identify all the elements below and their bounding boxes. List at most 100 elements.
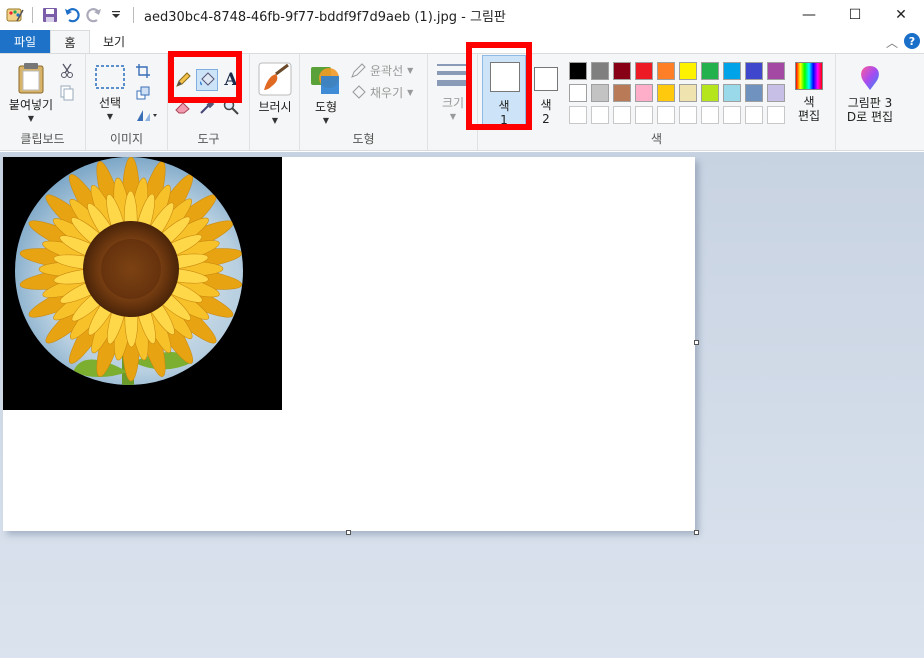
color-spectrum-icon — [795, 62, 823, 90]
cut-icon[interactable] — [58, 62, 76, 80]
minimize-button[interactable]: — — [786, 0, 832, 30]
outline-button[interactable]: 윤곽선 ▼ — [350, 62, 413, 79]
palette-swatch[interactable] — [657, 84, 675, 102]
palette-swatch[interactable] — [635, 62, 653, 80]
fill-label: 채우기 — [370, 86, 404, 100]
rotate-icon[interactable] — [134, 106, 160, 124]
canvas-resize-handle-corner[interactable] — [694, 530, 699, 535]
palette-swatch[interactable] — [767, 62, 785, 80]
chevron-down-icon: ▼ — [27, 114, 35, 123]
crop-icon[interactable] — [134, 62, 152, 80]
drawing-canvas[interactable] — [3, 157, 695, 531]
paint3d-label-2: D로 편집 — [846, 110, 894, 124]
select-label: 선택 — [98, 96, 122, 110]
edit-colors-label: 색 — [803, 95, 815, 109]
redo-icon[interactable] — [85, 6, 103, 24]
custom-color-slot[interactable] — [569, 106, 587, 124]
color2-label: 색 — [540, 98, 552, 112]
palette-swatch[interactable] — [767, 84, 785, 102]
clipboard-group-label: 클립보드 — [20, 132, 65, 146]
palette-swatch[interactable] — [679, 84, 697, 102]
brushes-label: 브러시 — [258, 100, 292, 114]
shapes-button[interactable]: 도형 ▼ — [306, 62, 346, 125]
copy-icon[interactable] — [58, 84, 76, 102]
custom-color-slot[interactable] — [767, 106, 785, 124]
custom-color-slot[interactable] — [591, 106, 609, 124]
palette-swatch[interactable] — [723, 84, 741, 102]
palette-swatch[interactable] — [569, 62, 587, 80]
tab-file[interactable]: 파일 — [0, 30, 50, 53]
ribbon: 붙여넣기 ▼ 클립보드 선택 ▼ 이미지 A 도구 브러시 ▼ 도형 ▼ 윤곽선… — [0, 53, 924, 151]
palette-swatch[interactable] — [679, 62, 697, 80]
canvas-resize-handle-bottom[interactable] — [346, 530, 351, 535]
select-button[interactable]: 선택 ▼ — [92, 64, 128, 121]
image-group: 선택 ▼ 이미지 — [86, 54, 168, 150]
palette-swatch[interactable] — [723, 62, 741, 80]
outline-pen-icon — [351, 62, 366, 78]
undo-icon[interactable] — [63, 6, 81, 24]
palette-swatch[interactable] — [745, 84, 763, 102]
edit-colors-label-2: 편집 — [797, 109, 821, 123]
resize-icon[interactable] — [134, 84, 152, 102]
title-bar: aed30bc4-8748-46fb-9f77-bddf9f7d9aeb (1)… — [0, 0, 924, 30]
chevron-down-icon: ▼ — [449, 112, 457, 121]
palette-swatch[interactable] — [745, 62, 763, 80]
fill-bucket-icon — [352, 84, 366, 99]
palette-swatch[interactable] — [613, 62, 631, 80]
custom-color-slot[interactable] — [701, 106, 719, 124]
custom-color-slot[interactable] — [635, 106, 653, 124]
custom-color-slot[interactable] — [745, 106, 763, 124]
chevron-down-icon: ▼ — [407, 88, 414, 97]
palette-swatch[interactable] — [591, 84, 609, 102]
palette-swatch[interactable] — [569, 84, 587, 102]
colors-group-label: 색 — [650, 132, 663, 146]
palette-swatch[interactable] — [701, 84, 719, 102]
fill-button[interactable]: 채우기 ▼ — [350, 84, 413, 101]
line-width-icon — [437, 64, 469, 86]
shapes-label: 도형 — [314, 100, 338, 114]
window-title: aed30bc4-8748-46fb-9f77-bddf9f7d9aeb (1)… — [144, 9, 506, 25]
maximize-button[interactable]: ☐ — [832, 0, 878, 30]
paint-app-icon — [6, 6, 24, 24]
palette-swatch[interactable] — [657, 62, 675, 80]
chevron-down-icon: ▼ — [407, 66, 414, 75]
shapes-group: 도형 ▼ 윤곽선 ▼ 채우기 ▼ 도형 — [300, 54, 428, 150]
save-icon[interactable] — [41, 6, 59, 24]
edit-with-paint3d-button[interactable]: 그림판 3 D로 편집 — [840, 64, 900, 124]
custom-color-slot[interactable] — [679, 106, 697, 124]
canvas-workspace — [0, 152, 924, 658]
tab-home[interactable]: 홈 — [50, 30, 90, 53]
paste-button[interactable]: 붙여넣기 ▼ — [4, 62, 58, 123]
help-icon[interactable]: ? — [904, 33, 920, 49]
canvas-resize-handle-right[interactable] — [694, 340, 699, 345]
edit-colors-button[interactable]: 색 편집 — [790, 62, 828, 123]
shapes-icon — [311, 67, 339, 94]
color2-swatch — [534, 67, 558, 91]
quick-access-toolbar — [0, 0, 138, 30]
color2-number: 2 — [542, 112, 550, 126]
tab-view[interactable]: 보기 — [90, 30, 138, 53]
chevron-down-icon: ▼ — [322, 116, 330, 125]
size-label: 크기 — [441, 96, 465, 110]
separator — [133, 7, 134, 23]
brushes-button[interactable]: 브러시 ▼ — [254, 62, 296, 125]
color1-highlight-box — [466, 42, 532, 130]
palette-swatch[interactable] — [701, 62, 719, 80]
close-button[interactable]: ✕ — [878, 0, 924, 30]
chevron-down-icon: ▼ — [271, 116, 279, 125]
customize-toolbar-chevron-down-icon[interactable] — [107, 6, 125, 24]
paste-label: 붙여넣기 — [8, 98, 54, 112]
brushes-group: 브러시 ▼ — [250, 54, 300, 150]
paint3d-group: 그림판 3 D로 편집 — [836, 54, 902, 150]
collapse-ribbon-chevron-up-icon[interactable]: ︿ — [886, 34, 898, 51]
color2-button[interactable]: 색 2 — [530, 55, 562, 129]
palette-swatch[interactable] — [613, 84, 631, 102]
chevron-down-icon: ▼ — [106, 112, 114, 121]
custom-color-slot[interactable] — [613, 106, 631, 124]
palette-swatch[interactable] — [635, 84, 653, 102]
tools-group-label: 도구 — [197, 132, 220, 146]
custom-color-slot[interactable] — [657, 106, 675, 124]
custom-color-slot[interactable] — [723, 106, 741, 124]
palette-swatch[interactable] — [591, 62, 609, 80]
image-group-label: 이미지 — [109, 132, 144, 146]
